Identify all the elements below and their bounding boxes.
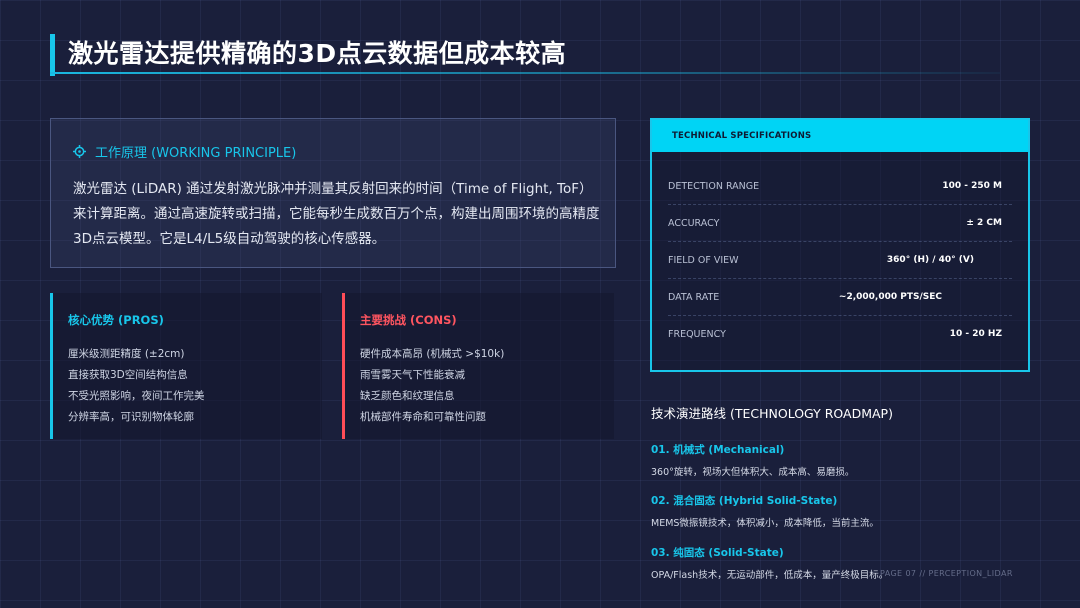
spec-row: FREQUENCY 10 - 20 HZ — [668, 316, 1012, 353]
pros-item: 分辨率高，可识别物体轮廓 — [68, 411, 194, 423]
target-icon — [73, 145, 86, 158]
cons-card: 主要挑战 (CONS) 硬件成本高昂 (机械式 >$10k) 雨雪雾天气下性能衰… — [342, 293, 614, 439]
roadmap-item-heading: 01. 机械式 (Mechanical) — [651, 444, 785, 456]
spec-value: 100 - 250 M — [942, 181, 1002, 191]
title-underline — [50, 72, 1000, 74]
spec-value: 360° (H) / 40° (V) — [886, 255, 974, 265]
spec-label: FIELD OF VIEW — [668, 255, 739, 266]
cons-item: 硬件成本高昂 (机械式 >$10k) — [360, 348, 505, 360]
pros-list: 厘米级测距精度 (±2cm) 直接获取3D空间结构信息 不受光照影响，夜间工作完… — [68, 344, 205, 428]
cons-item: 缺乏颜色和纹理信息 — [360, 390, 455, 402]
roadmap-item-desc: OPA/Flash技术，无运动部件，低成本，量产终极目标。 — [651, 570, 889, 581]
roadmap-item-heading: 03. 纯固态 (Solid-State) — [651, 547, 784, 559]
pros-item: 直接获取3D空间结构信息 — [68, 369, 188, 381]
spec-value: 10 - 20 HZ — [949, 329, 1002, 339]
cons-title: 主要挑战 (CONS) — [360, 313, 457, 327]
pros-item: 不受光照影响，夜间工作完美 — [68, 390, 205, 402]
roadmap-title: 技术演进路线 (TECHNOLOGY ROADMAP) — [651, 406, 893, 421]
roadmap-item-heading: 02. 混合固态 (Hybrid Solid-State) — [651, 495, 838, 507]
working-principle-panel: 工作原理 (WORKING PRINCIPLE) 激光雷达 (LiDAR) 通过… — [50, 118, 616, 268]
roadmap-item-desc: 360°旋转，视场大但体积大、成本高、易磨损。 — [651, 467, 855, 478]
spec-label: ACCURACY — [668, 218, 720, 229]
page-footer: PAGE 07 // PERCEPTION_LIDAR — [880, 569, 1013, 578]
spec-value: ± 2 CM — [966, 218, 1002, 228]
pros-item: 厘米级测距精度 (±2cm) — [68, 348, 185, 360]
cons-list: 硬件成本高昂 (机械式 >$10k) 雨雪雾天气下性能衰减 缺乏颜色和纹理信息 … — [360, 344, 504, 428]
pros-title: 核心优势 (PROS) — [68, 313, 164, 327]
spec-value: ~2,000,000 PTS/SEC — [838, 292, 942, 302]
spec-label: FREQUENCY — [668, 329, 726, 340]
principle-body: 激光雷达 (LiDAR) 通过发射激光脉冲并测量其反射回来的时间（Time of… — [73, 181, 600, 247]
spec-row: ACCURACY ± 2 CM — [668, 205, 1012, 242]
spec-row: DATA RATE ~2,000,000 PTS/SEC — [668, 279, 1012, 316]
pros-card: 核心优势 (PROS) 厘米级测距精度 (±2cm) 直接获取3D空间结构信息 … — [50, 293, 322, 439]
technical-specifications-panel: TECHNICAL SPECIFICATIONS DETECTION RANGE… — [650, 118, 1030, 372]
cons-item: 雨雪雾天气下性能衰减 — [360, 369, 465, 381]
principle-header: 工作原理 (WORKING PRINCIPLE) — [73, 142, 296, 161]
specs-header: TECHNICAL SPECIFICATIONS — [652, 120, 1028, 152]
cons-item: 机械部件寿命和可靠性问题 — [360, 411, 486, 423]
spec-label: DATA RATE — [668, 292, 720, 303]
title-accent-bar — [50, 34, 55, 76]
roadmap-item-desc: MEMS微振镜技术，体积减小，成本降低，当前主流。 — [651, 518, 879, 529]
spec-row: DETECTION RANGE 100 - 250 M — [668, 168, 1012, 205]
spec-label: DETECTION RANGE — [668, 181, 760, 192]
principle-title: 工作原理 (WORKING PRINCIPLE) — [95, 146, 297, 161]
spec-row: FIELD OF VIEW 360° (H) / 40° (V) — [668, 242, 1012, 279]
page-title: 激光雷达提供精确的3D点云数据但成本较高 — [68, 39, 567, 68]
